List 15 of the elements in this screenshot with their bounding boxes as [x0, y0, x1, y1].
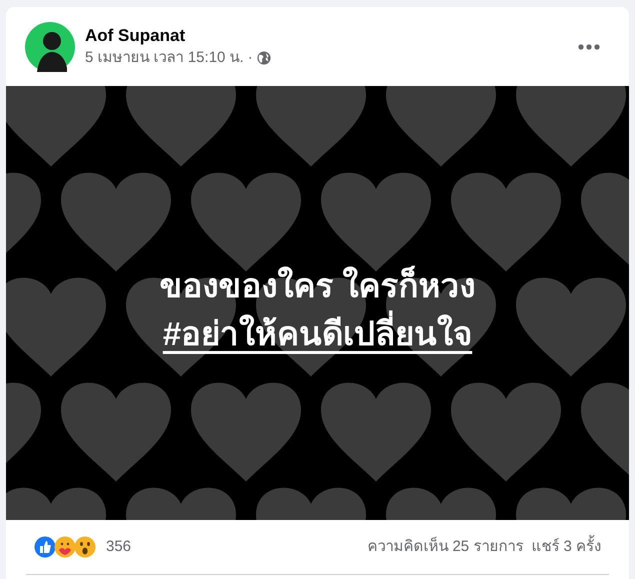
separator-dot: · [248, 48, 253, 68]
like-reaction-icon[interactable] [34, 536, 56, 558]
post-timestamp[interactable]: 5 เมษายน เวลา 15:10 น. [85, 47, 244, 69]
globe-icon [256, 51, 271, 65]
care-reaction-icon[interactable] [54, 536, 76, 558]
author-name[interactable]: Aof Supanat [85, 25, 271, 47]
more-options-icon[interactable] [578, 44, 600, 50]
avatar-silhouette[interactable] [25, 22, 75, 72]
post-image[interactable]: ของของใคร ใครก็หวง #อย่าให้คนดีเปลี่ยนใจ [6, 86, 629, 520]
comment-count[interactable]: ความคิดเห็น 25 รายการ [367, 536, 524, 558]
image-caption: ของของใคร ใครก็หวง [159, 265, 476, 306]
image-caption: #อย่าให้คนดีเปลี่ยนใจ [162, 313, 472, 355]
reaction-count[interactable]: 356 [106, 536, 132, 558]
share-count[interactable]: แชร์ 3 ครั้ง [531, 536, 601, 558]
wow-reaction-icon[interactable] [74, 536, 96, 558]
